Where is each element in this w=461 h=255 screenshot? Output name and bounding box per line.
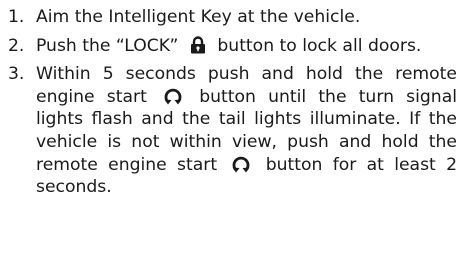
step-2: 2. Push the “LOCK” button to lock all do… (8, 35, 457, 58)
step-text-after: button to lock all doors. (217, 35, 422, 56)
step-3: 3. Within 5 seconds push and hold the re… (8, 63, 457, 199)
step-1: 1. Aim the Intelligent Key at the vehicl… (8, 6, 457, 29)
step-number: 3. (8, 64, 25, 85)
padlock-icon (188, 35, 208, 54)
instruction-steps: 1. Aim the Intelligent Key at the vehicl… (0, 0, 461, 199)
remote-start-icon (231, 155, 251, 173)
step-text-before: Push the “LOCK” (36, 35, 179, 56)
step-number: 2. (8, 35, 25, 56)
remote-start-icon (163, 87, 183, 105)
step-number: 1. (8, 7, 25, 27)
step-text: Aim the Intelligent Key at the vehicle. (36, 7, 361, 27)
